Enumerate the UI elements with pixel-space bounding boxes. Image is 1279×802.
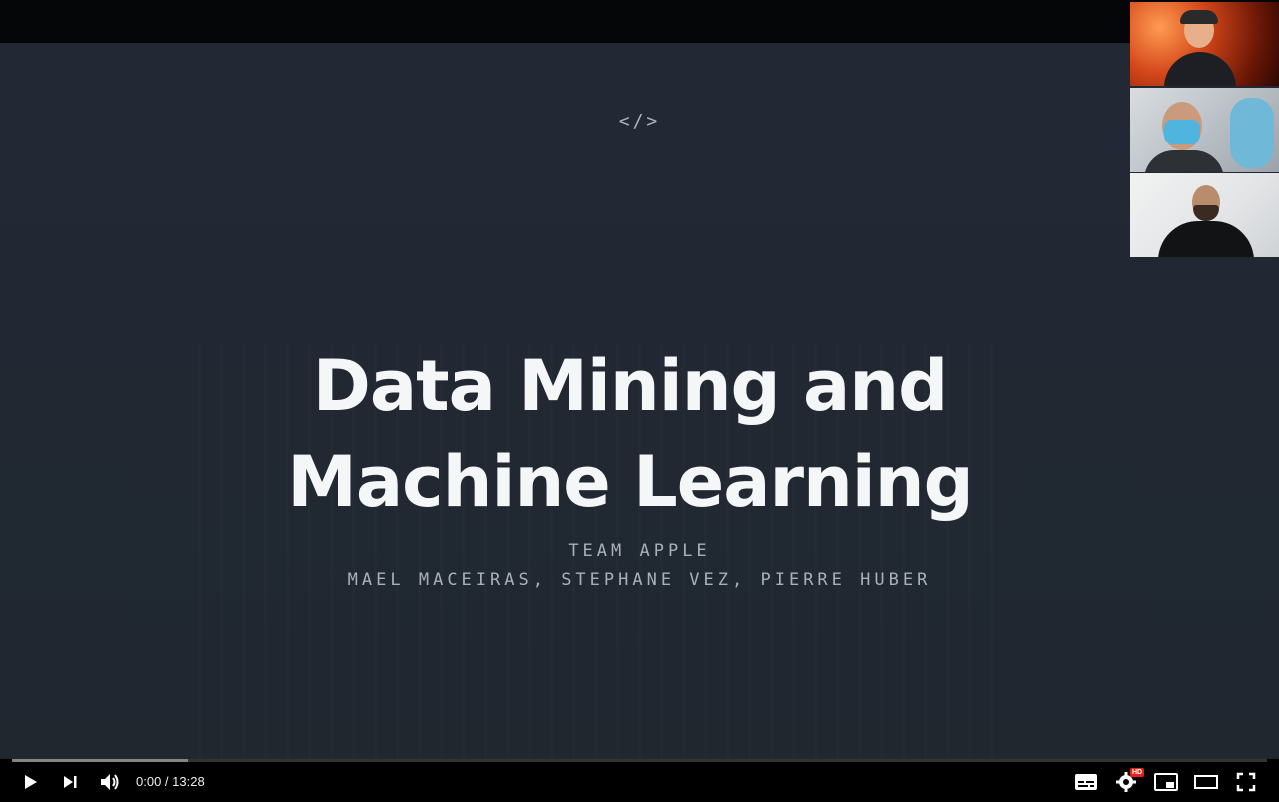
next-button[interactable] <box>54 768 86 796</box>
theater-button[interactable] <box>1190 768 1222 796</box>
code-icon: </> <box>618 111 661 132</box>
video-player[interactable]: </> Data Mining and Machine Learning TEA… <box>0 0 1279 802</box>
volume-button[interactable] <box>94 768 126 796</box>
play-button[interactable] <box>14 768 46 796</box>
miniplayer-button[interactable] <box>1150 768 1182 796</box>
miniplayer-icon <box>1154 773 1178 791</box>
volume-icon <box>101 774 119 790</box>
fullscreen-icon <box>1236 772 1256 792</box>
time-display: 0:00 / 13:28 <box>136 774 205 789</box>
hd-badge: HD <box>1130 768 1145 777</box>
webcam-feed-2 <box>1130 88 1279 172</box>
player-controls: 0:00 / 13:28 HD <box>0 762 1279 802</box>
next-icon <box>64 776 77 788</box>
letterbox-top <box>0 0 1279 43</box>
fullscreen-button[interactable] <box>1230 768 1262 796</box>
slide-subtitle: TEAM APPLE <box>568 541 711 561</box>
webcam-feed-3 <box>1130 173 1279 257</box>
time-separator: / <box>161 774 173 789</box>
current-time: 0:00 <box>136 774 162 789</box>
subtitles-button[interactable] <box>1070 768 1102 796</box>
slide-authors: MAEL MACEIRAS, STEPHANE VEZ, PIERRE HUBE… <box>347 570 932 590</box>
slide-title: Data Mining and Machine Learning <box>287 345 974 523</box>
webcam-overlay <box>1130 2 1279 257</box>
subtitles-icon <box>1075 774 1097 790</box>
duration: 13:28 <box>172 774 205 789</box>
play-icon <box>25 775 37 789</box>
presentation-slide[interactable]: </> Data Mining and Machine Learning TEA… <box>0 43 1279 759</box>
theater-icon <box>1194 775 1218 789</box>
settings-button[interactable]: HD <box>1110 768 1145 796</box>
webcam-feed-1 <box>1130 2 1279 86</box>
